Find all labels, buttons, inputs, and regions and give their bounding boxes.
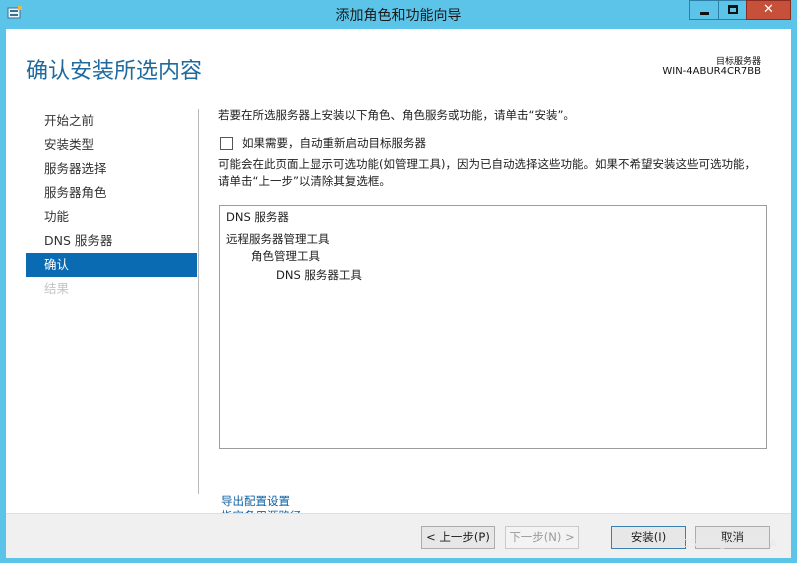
nav-item-dns-server[interactable]: DNS 服务器: [26, 229, 197, 253]
nav-item-server-selection[interactable]: 服务器选择: [26, 157, 197, 181]
install-button[interactable]: 安装(I): [611, 526, 686, 549]
wizard-footer: < 上一步(P) 下一步(N) > 安装(I) 取消 CSDN @DoxF13A: [6, 513, 791, 558]
watermark: CSDN @DoxF13A: [681, 537, 777, 550]
nav-item-confirmation[interactable]: 确认: [26, 253, 197, 277]
close-icon: ✕: [763, 2, 774, 17]
nav-item-server-roles[interactable]: 服务器角色: [26, 181, 197, 205]
maximize-button[interactable]: [718, 0, 747, 20]
next-button: 下一步(N) >: [505, 526, 579, 549]
previous-button[interactable]: < 上一步(P): [421, 526, 495, 549]
export-config-link[interactable]: 导出配置设置: [221, 493, 290, 509]
optional-features-note: 可能会在此页面上显示可选功能(如管理工具)，因为已自动选择这些功能。如果不希望安…: [218, 157, 756, 188]
minimize-icon: [700, 12, 709, 15]
maximize-icon: [728, 5, 738, 14]
restart-checkbox[interactable]: [220, 137, 233, 150]
minimize-button[interactable]: [689, 0, 719, 20]
nav-item-features[interactable]: 功能: [26, 205, 197, 229]
restart-checkbox-label[interactable]: 如果需要，自动重新启动目标服务器: [242, 135, 426, 151]
nav-item-before-you-begin[interactable]: 开始之前: [26, 109, 197, 133]
wizard-client-area: 确认安装所选内容 目标服务器 WIN-4ABUR4CR7BB 开始之前 安装类型…: [6, 29, 791, 558]
nav-item-installation-type[interactable]: 安装类型: [26, 133, 197, 157]
title-bar[interactable]: 添加角色和功能向导 ✕: [0, 0, 797, 28]
list-item: 远程服务器管理工具: [226, 232, 330, 246]
target-server-value: WIN-4ABUR4CR7BB: [662, 66, 761, 77]
close-button[interactable]: ✕: [746, 0, 791, 20]
list-item: DNS 服务器: [226, 210, 289, 224]
wizard-nav: 开始之前 安装类型 服务器选择 服务器角色 功能 DNS 服务器 确认 结果: [26, 109, 197, 301]
wizard-window: 添加角色和功能向导 ✕ 确认安装所选内容 目标服务器 WIN-4ABUR4CR7…: [0, 0, 797, 563]
nav-item-results: 结果: [44, 281, 70, 296]
window-title: 添加角色和功能向导: [335, 8, 462, 24]
nav-divider: [198, 109, 199, 494]
page-title: 确认安装所选内容: [26, 59, 203, 84]
selected-items-list[interactable]: DNS 服务器 远程服务器管理工具 角色管理工具 DNS 服务器工具: [219, 205, 767, 449]
list-item: DNS 服务器工具: [276, 268, 362, 282]
intro-text: 若要在所选服务器上安装以下角色、角色服务或功能，请单击“安装”。: [218, 108, 575, 122]
list-item: 角色管理工具: [251, 249, 320, 263]
